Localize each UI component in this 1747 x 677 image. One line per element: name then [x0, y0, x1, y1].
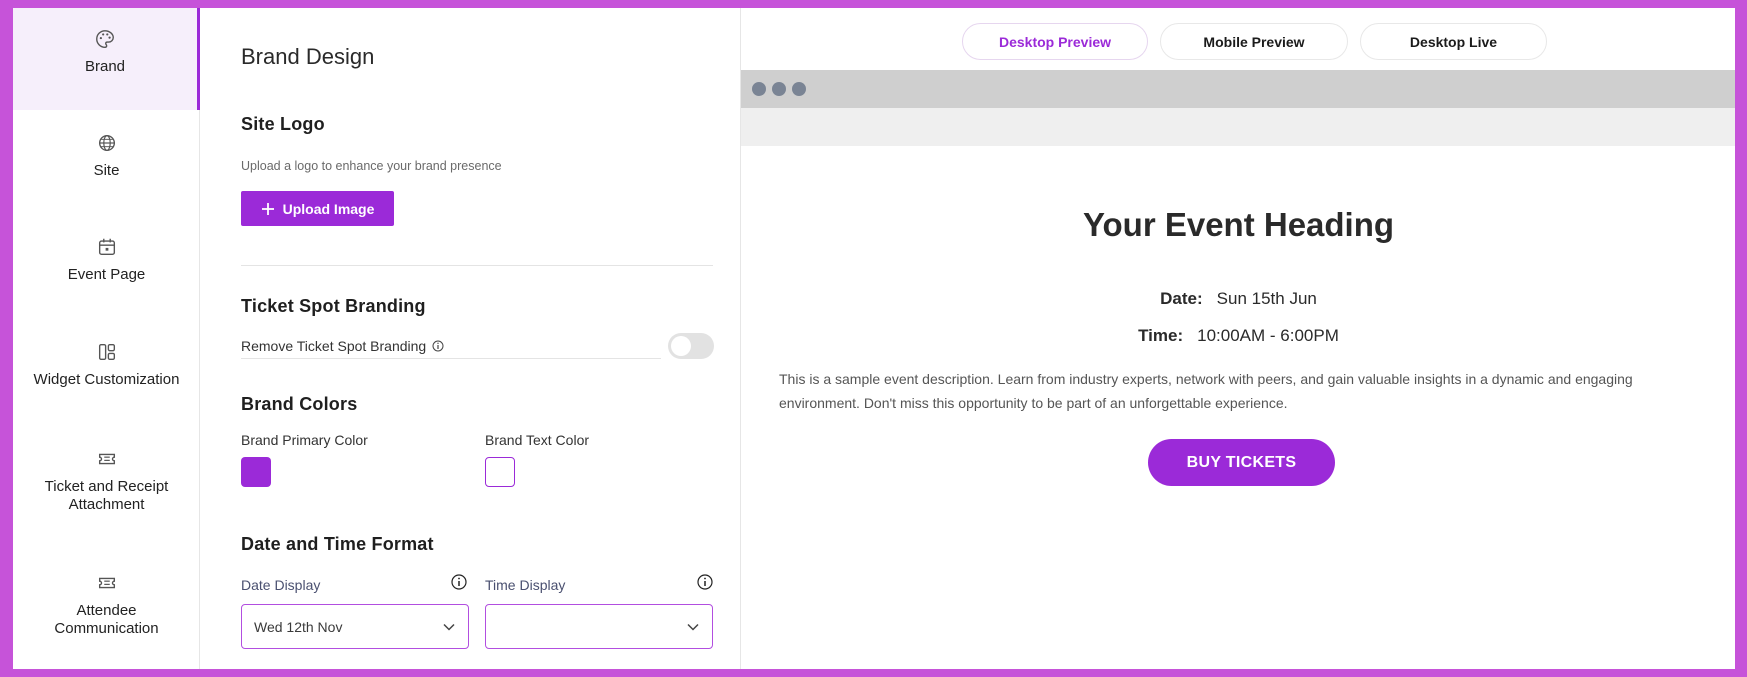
ticket-icon [98, 577, 115, 589]
brand-text-color-swatch[interactable] [485, 457, 515, 487]
buy-tickets-button[interactable]: BUY TICKETS [1148, 439, 1335, 486]
brand-text-color-label: Brand Text Color [485, 432, 590, 448]
event-description: This is a sample event description. Lear… [779, 371, 1633, 411]
app-frame: Brand Site Event Page Widget Customizati… [13, 8, 1735, 669]
chevron-down-icon [687, 623, 699, 631]
date-time-format-heading: Date and Time Format [241, 534, 434, 554]
info-icon[interactable] [451, 574, 467, 590]
address-bar [741, 108, 1735, 146]
brand-primary-color-swatch[interactable] [241, 457, 271, 487]
event-time-value: 10:00AM - 6:00PM [1197, 326, 1339, 345]
window-dot [772, 82, 786, 96]
sidebar: Brand Site Event Page Widget Customizati… [13, 8, 200, 669]
browser-chrome [741, 70, 1735, 108]
event-heading: Your Event Heading [1082, 206, 1395, 243]
brand-primary-color-label: Brand Primary Color [241, 432, 368, 448]
plus-icon [261, 202, 274, 215]
event-time-label: Time: [1138, 326, 1184, 345]
sidebar-item-label: Widget Customization [33, 371, 180, 388]
window-dot [752, 82, 766, 96]
brand-colors-heading: Brand Colors [241, 394, 358, 414]
info-icon [432, 340, 444, 352]
divider [241, 358, 661, 359]
sidebar-item-label: Ticket and Receipt Attachment [44, 478, 169, 513]
remove-branding-toggle[interactable] [668, 333, 714, 359]
sidebar-item-label: Attendee Communication [54, 602, 159, 637]
event-date-label: Date: [1160, 289, 1203, 308]
globe-icon [98, 134, 115, 152]
remove-branding-label: Remove Ticket Spot Branding [241, 338, 444, 354]
sidebar-item-event-page[interactable]: Event Page [13, 236, 200, 284]
ticket-icon [98, 453, 115, 465]
sidebar-item-label: Event Page [67, 266, 146, 283]
sidebar-item-label: Site [93, 162, 120, 179]
window-dot [792, 82, 806, 96]
sidebar-item-site[interactable]: Site [13, 132, 200, 180]
event-date-line: Date: Sun 15th Jun [741, 289, 1735, 309]
sidebar-item-widget-customization[interactable]: Widget Customization [13, 341, 200, 389]
branding-heading: Ticket Spot Branding [241, 296, 426, 316]
settings-panel: Brand Design Site Logo Upload a logo to … [241, 8, 721, 669]
date-display-label: Date Display [241, 577, 321, 593]
time-display-label: Time Display [485, 577, 566, 593]
divider [241, 265, 713, 266]
chevron-down-icon [443, 623, 455, 631]
upload-image-label: Upload Image [282, 200, 375, 217]
time-display-select[interactable] [485, 604, 713, 649]
event-time-line: Time: 10:00AM - 6:00PM [741, 326, 1735, 346]
tab-desktop-preview[interactable]: Desktop Preview [962, 23, 1148, 60]
page-title: Brand Design [241, 44, 375, 69]
layout-icon [98, 343, 115, 361]
date-display-select[interactable]: Wed 12th Nov [241, 604, 469, 649]
preview-panel: Desktop Preview Mobile Preview Desktop L… [740, 8, 1735, 669]
sidebar-item-brand[interactable]: Brand [13, 8, 200, 110]
event-date-value: Sun 15th Jun [1216, 289, 1317, 308]
info-icon[interactable] [697, 574, 713, 590]
date-display-value: Wed 12th Nov [254, 618, 343, 635]
tab-mobile-preview[interactable]: Mobile Preview [1160, 23, 1348, 60]
toggle-knob [671, 336, 691, 356]
upload-image-button[interactable]: Upload Image [241, 191, 394, 226]
sidebar-item-attendee-communication[interactable]: Attendee Communication [13, 572, 200, 638]
palette-icon [96, 30, 114, 48]
site-logo-heading: Site Logo [241, 114, 325, 134]
sidebar-item-label: Brand [84, 58, 126, 75]
calendar-icon [98, 238, 115, 256]
remove-branding-text: Remove Ticket Spot Branding [241, 338, 427, 354]
tab-desktop-live[interactable]: Desktop Live [1360, 23, 1547, 60]
site-logo-help: Upload a logo to enhance your brand pres… [241, 159, 502, 173]
sidebar-item-ticket-receipt[interactable]: Ticket and Receipt Attachment [13, 448, 200, 514]
